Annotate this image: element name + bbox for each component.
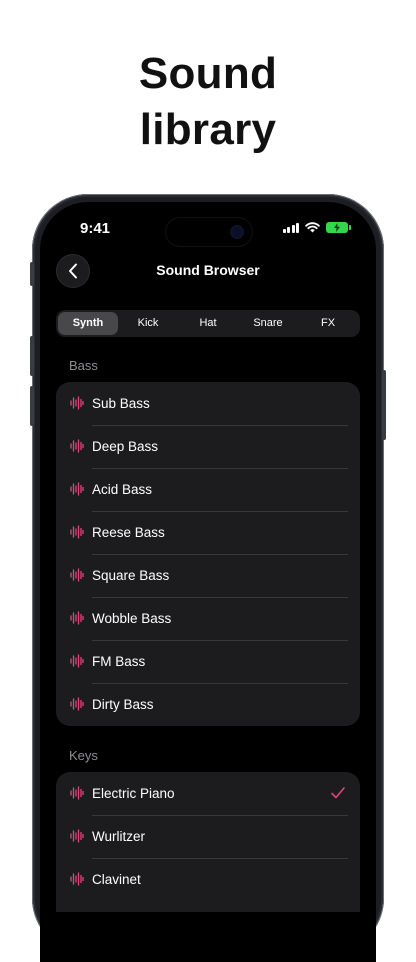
list-item[interactable]: Dirty Bass: [56, 683, 360, 726]
waveform-icon: [70, 396, 84, 410]
list-item[interactable]: Wobble Bass: [56, 597, 360, 640]
power-button: [382, 370, 386, 440]
sound-name: Wurlitzer: [92, 829, 146, 844]
waveform-icon: [70, 568, 84, 582]
action-button: [30, 262, 34, 286]
waveform-icon: [70, 872, 84, 886]
sound-name: Electric Piano: [92, 786, 175, 801]
nav-title: Sound Browser: [156, 262, 260, 278]
category-segmented-control: Synth Kick Hat Snare FX: [56, 310, 360, 337]
sound-name: Clavinet: [92, 872, 141, 887]
tab-synth[interactable]: Synth: [58, 312, 118, 335]
waveform-icon: [70, 697, 84, 711]
list-item[interactable]: Clavinet: [56, 858, 360, 901]
sound-name: Sub Bass: [92, 396, 150, 411]
checkmark-icon: [331, 787, 345, 799]
waveform-icon: [70, 439, 84, 453]
waveform-icon: [70, 525, 84, 539]
list-item[interactable]: FM Bass: [56, 640, 360, 683]
sound-name: Deep Bass: [92, 439, 159, 454]
sound-name: Square Bass: [92, 568, 170, 583]
waveform-icon: [70, 786, 84, 800]
headline-line-1: Sound: [138, 49, 278, 98]
dynamic-island: [166, 218, 252, 246]
waveform-icon: [70, 482, 84, 496]
waveform-icon: [70, 611, 84, 625]
charging-bolt-icon: [334, 223, 340, 232]
list-item[interactable]: Reese Bass: [56, 511, 360, 554]
section-header-bass: Bass: [69, 358, 98, 373]
list-item[interactable]: Square Bass: [56, 554, 360, 597]
waveform-icon: [70, 654, 84, 668]
phone-screen: 9:41 Sound Browser Synth Kick Hat Snare …: [40, 202, 376, 962]
sound-name: Wobble Bass: [92, 611, 172, 626]
camera-icon: [232, 227, 242, 237]
waveform-icon: [70, 829, 84, 843]
status-time: 9:41: [80, 220, 111, 237]
list-item[interactable]: Deep Bass: [56, 425, 360, 468]
cellular-signal-icon: [282, 222, 299, 233]
list-item[interactable]: Sub Bass: [56, 382, 360, 425]
headline-line-2: library: [139, 105, 277, 154]
sound-name: FM Bass: [92, 654, 146, 669]
sound-list-bass: Sub Bass Deep Bass Acid Bass Reese Bass …: [56, 382, 360, 726]
tab-snare[interactable]: Snare: [238, 312, 298, 335]
sound-name: Dirty Bass: [92, 697, 154, 712]
section-header-keys: Keys: [69, 748, 98, 763]
battery-icon: [326, 222, 351, 233]
tab-hat[interactable]: Hat: [178, 312, 238, 335]
sound-list-keys: Electric Piano Wurlitzer Clavinet: [56, 772, 360, 912]
sound-name: Reese Bass: [92, 525, 165, 540]
sound-name: Acid Bass: [92, 482, 153, 497]
status-indicators: [282, 222, 351, 233]
tab-fx[interactable]: FX: [298, 312, 358, 335]
volume-down-button: [30, 386, 34, 426]
wifi-icon: [305, 222, 320, 233]
tab-kick[interactable]: Kick: [118, 312, 178, 335]
volume-up-button: [30, 336, 34, 376]
list-item[interactable]: Wurlitzer: [56, 815, 360, 858]
list-item-selected[interactable]: Electric Piano: [56, 772, 360, 815]
list-item[interactable]: Acid Bass: [56, 468, 360, 511]
promo-headline: Sound library: [0, 46, 416, 158]
